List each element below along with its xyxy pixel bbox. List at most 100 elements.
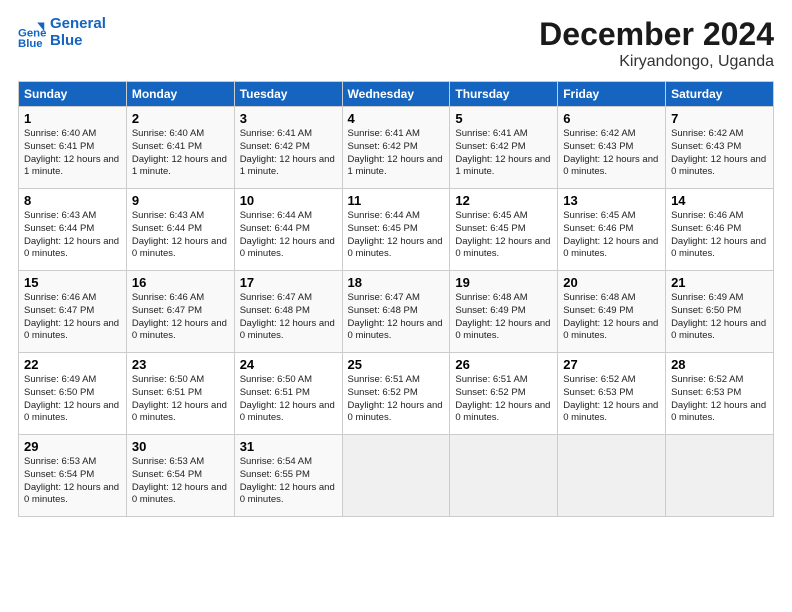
day-info: Sunrise: 6:47 AM Sunset: 6:48 PM Dayligh… <box>348 292 445 343</box>
calendar-header-row: SundayMondayTuesdayWednesdayThursdayFrid… <box>19 82 774 107</box>
calendar-cell: 28 Sunrise: 6:52 AM Sunset: 6:53 PM Dayl… <box>666 353 774 435</box>
calendar-cell: 2 Sunrise: 6:40 AM Sunset: 6:41 PM Dayli… <box>126 107 234 189</box>
calendar-cell: 6 Sunrise: 6:42 AM Sunset: 6:43 PM Dayli… <box>558 107 666 189</box>
day-info: Sunrise: 6:43 AM Sunset: 6:44 PM Dayligh… <box>24 210 121 261</box>
calendar-cell: 8 Sunrise: 6:43 AM Sunset: 6:44 PM Dayli… <box>19 189 127 271</box>
calendar-weekday-header: Monday <box>126 82 234 107</box>
day-number: 15 <box>24 275 121 290</box>
day-info: Sunrise: 6:44 AM Sunset: 6:45 PM Dayligh… <box>348 210 445 261</box>
day-info: Sunrise: 6:40 AM Sunset: 6:41 PM Dayligh… <box>132 128 229 179</box>
day-number: 30 <box>132 439 229 454</box>
day-number: 4 <box>348 111 445 126</box>
calendar-cell: 19 Sunrise: 6:48 AM Sunset: 6:49 PM Dayl… <box>450 271 558 353</box>
day-number: 29 <box>24 439 121 454</box>
day-info: Sunrise: 6:40 AM Sunset: 6:41 PM Dayligh… <box>24 128 121 179</box>
calendar-cell: 21 Sunrise: 6:49 AM Sunset: 6:50 PM Dayl… <box>666 271 774 353</box>
day-number: 23 <box>132 357 229 372</box>
calendar-cell: 14 Sunrise: 6:46 AM Sunset: 6:46 PM Dayl… <box>666 189 774 271</box>
logo-icon: General Blue <box>18 19 46 47</box>
day-info: Sunrise: 6:48 AM Sunset: 6:49 PM Dayligh… <box>455 292 552 343</box>
calendar-cell: 16 Sunrise: 6:46 AM Sunset: 6:47 PM Dayl… <box>126 271 234 353</box>
day-number: 25 <box>348 357 445 372</box>
location-text: Kiryandongo, Uganda <box>539 53 774 71</box>
day-number: 21 <box>671 275 768 290</box>
day-number: 24 <box>240 357 337 372</box>
calendar-cell: 31 Sunrise: 6:54 AM Sunset: 6:55 PM Dayl… <box>234 435 342 517</box>
month-title: December 2024 <box>539 16 774 53</box>
day-number: 31 <box>240 439 337 454</box>
day-info: Sunrise: 6:49 AM Sunset: 6:50 PM Dayligh… <box>24 374 121 425</box>
day-number: 12 <box>455 193 552 208</box>
day-info: Sunrise: 6:51 AM Sunset: 6:52 PM Dayligh… <box>348 374 445 425</box>
calendar-cell: 23 Sunrise: 6:50 AM Sunset: 6:51 PM Dayl… <box>126 353 234 435</box>
svg-text:Blue: Blue <box>18 38 43 47</box>
calendar-cell: 1 Sunrise: 6:40 AM Sunset: 6:41 PM Dayli… <box>19 107 127 189</box>
calendar-week-row: 1 Sunrise: 6:40 AM Sunset: 6:41 PM Dayli… <box>19 107 774 189</box>
day-info: Sunrise: 6:52 AM Sunset: 6:53 PM Dayligh… <box>563 374 660 425</box>
day-number: 18 <box>348 275 445 290</box>
calendar-week-row: 15 Sunrise: 6:46 AM Sunset: 6:47 PM Dayl… <box>19 271 774 353</box>
calendar-table: SundayMondayTuesdayWednesdayThursdayFrid… <box>18 81 774 517</box>
calendar-cell: 10 Sunrise: 6:44 AM Sunset: 6:44 PM Dayl… <box>234 189 342 271</box>
calendar-cell: 24 Sunrise: 6:50 AM Sunset: 6:51 PM Dayl… <box>234 353 342 435</box>
day-number: 8 <box>24 193 121 208</box>
calendar-cell <box>342 435 450 517</box>
calendar-cell: 7 Sunrise: 6:42 AM Sunset: 6:43 PM Dayli… <box>666 107 774 189</box>
day-number: 6 <box>563 111 660 126</box>
day-number: 22 <box>24 357 121 372</box>
day-number: 3 <box>240 111 337 126</box>
day-info: Sunrise: 6:41 AM Sunset: 6:42 PM Dayligh… <box>455 128 552 179</box>
calendar-weekday-header: Tuesday <box>234 82 342 107</box>
day-info: Sunrise: 6:50 AM Sunset: 6:51 PM Dayligh… <box>132 374 229 425</box>
day-info: Sunrise: 6:46 AM Sunset: 6:47 PM Dayligh… <box>24 292 121 343</box>
calendar-cell: 27 Sunrise: 6:52 AM Sunset: 6:53 PM Dayl… <box>558 353 666 435</box>
day-number: 27 <box>563 357 660 372</box>
calendar-cell: 15 Sunrise: 6:46 AM Sunset: 6:47 PM Dayl… <box>19 271 127 353</box>
calendar-cell: 20 Sunrise: 6:48 AM Sunset: 6:49 PM Dayl… <box>558 271 666 353</box>
day-number: 20 <box>563 275 660 290</box>
day-info: Sunrise: 6:44 AM Sunset: 6:44 PM Dayligh… <box>240 210 337 261</box>
day-info: Sunrise: 6:53 AM Sunset: 6:54 PM Dayligh… <box>132 456 229 507</box>
day-info: Sunrise: 6:42 AM Sunset: 6:43 PM Dayligh… <box>671 128 768 179</box>
calendar-week-row: 22 Sunrise: 6:49 AM Sunset: 6:50 PM Dayl… <box>19 353 774 435</box>
logo-text: GeneralBlue <box>50 16 106 49</box>
day-info: Sunrise: 6:48 AM Sunset: 6:49 PM Dayligh… <box>563 292 660 343</box>
day-number: 7 <box>671 111 768 126</box>
day-info: Sunrise: 6:50 AM Sunset: 6:51 PM Dayligh… <box>240 374 337 425</box>
calendar-cell <box>450 435 558 517</box>
calendar-cell: 18 Sunrise: 6:47 AM Sunset: 6:48 PM Dayl… <box>342 271 450 353</box>
title-block: December 2024 Kiryandongo, Uganda <box>539 16 774 71</box>
day-number: 14 <box>671 193 768 208</box>
day-info: Sunrise: 6:47 AM Sunset: 6:48 PM Dayligh… <box>240 292 337 343</box>
day-info: Sunrise: 6:43 AM Sunset: 6:44 PM Dayligh… <box>132 210 229 261</box>
day-info: Sunrise: 6:41 AM Sunset: 6:42 PM Dayligh… <box>348 128 445 179</box>
calendar-week-row: 8 Sunrise: 6:43 AM Sunset: 6:44 PM Dayli… <box>19 189 774 271</box>
day-info: Sunrise: 6:46 AM Sunset: 6:47 PM Dayligh… <box>132 292 229 343</box>
calendar-body: 1 Sunrise: 6:40 AM Sunset: 6:41 PM Dayli… <box>19 107 774 517</box>
calendar-cell <box>666 435 774 517</box>
day-info: Sunrise: 6:41 AM Sunset: 6:42 PM Dayligh… <box>240 128 337 179</box>
day-number: 11 <box>348 193 445 208</box>
calendar-cell: 25 Sunrise: 6:51 AM Sunset: 6:52 PM Dayl… <box>342 353 450 435</box>
calendar-weekday-header: Wednesday <box>342 82 450 107</box>
calendar-cell: 26 Sunrise: 6:51 AM Sunset: 6:52 PM Dayl… <box>450 353 558 435</box>
day-info: Sunrise: 6:51 AM Sunset: 6:52 PM Dayligh… <box>455 374 552 425</box>
calendar-weekday-header: Sunday <box>19 82 127 107</box>
day-number: 26 <box>455 357 552 372</box>
day-number: 19 <box>455 275 552 290</box>
calendar-cell: 11 Sunrise: 6:44 AM Sunset: 6:45 PM Dayl… <box>342 189 450 271</box>
calendar-cell: 17 Sunrise: 6:47 AM Sunset: 6:48 PM Dayl… <box>234 271 342 353</box>
day-number: 2 <box>132 111 229 126</box>
day-info: Sunrise: 6:52 AM Sunset: 6:53 PM Dayligh… <box>671 374 768 425</box>
calendar-weekday-header: Saturday <box>666 82 774 107</box>
calendar-weekday-header: Thursday <box>450 82 558 107</box>
calendar-cell: 5 Sunrise: 6:41 AM Sunset: 6:42 PM Dayli… <box>450 107 558 189</box>
calendar-week-row: 29 Sunrise: 6:53 AM Sunset: 6:54 PM Dayl… <box>19 435 774 517</box>
day-info: Sunrise: 6:54 AM Sunset: 6:55 PM Dayligh… <box>240 456 337 507</box>
day-info: Sunrise: 6:42 AM Sunset: 6:43 PM Dayligh… <box>563 128 660 179</box>
calendar-cell: 3 Sunrise: 6:41 AM Sunset: 6:42 PM Dayli… <box>234 107 342 189</box>
day-number: 10 <box>240 193 337 208</box>
calendar-cell: 29 Sunrise: 6:53 AM Sunset: 6:54 PM Dayl… <box>19 435 127 517</box>
calendar-cell: 30 Sunrise: 6:53 AM Sunset: 6:54 PM Dayl… <box>126 435 234 517</box>
day-number: 13 <box>563 193 660 208</box>
